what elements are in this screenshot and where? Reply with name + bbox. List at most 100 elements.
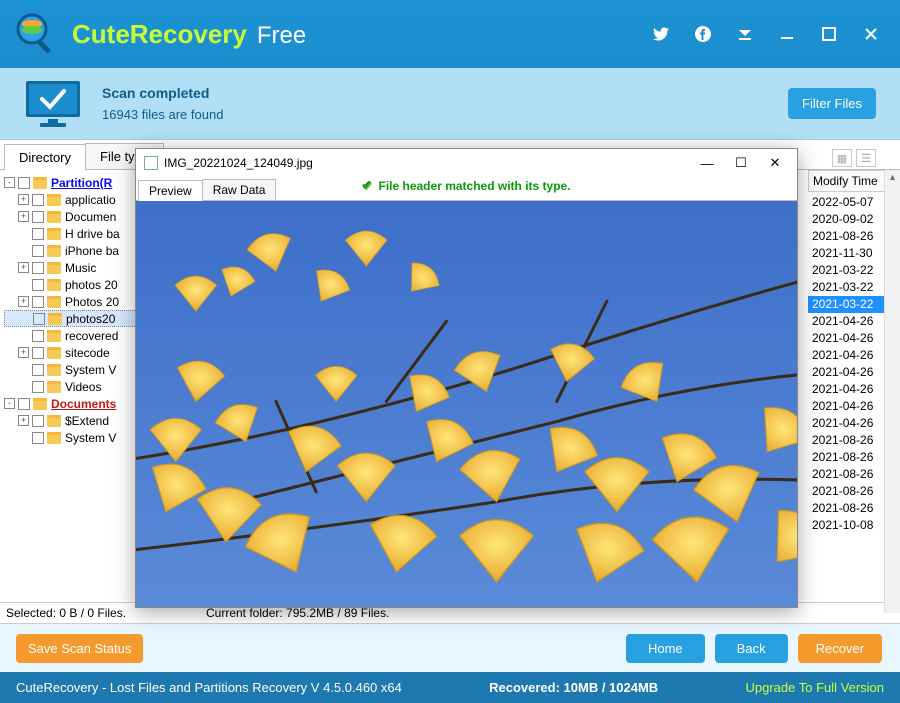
tree-label: iPhone ba	[65, 244, 119, 258]
folder-icon	[47, 245, 61, 257]
expand-icon[interactable]: +	[18, 415, 29, 426]
expand-icon[interactable]: +	[18, 347, 29, 358]
expand-icon[interactable]: -	[4, 177, 15, 188]
preview-close-icon[interactable]: ✕	[761, 155, 789, 171]
facebook-icon[interactable]	[694, 25, 712, 43]
preview-minimize-icon[interactable]: —	[693, 156, 721, 171]
twitter-icon[interactable]	[652, 25, 670, 43]
tree-label: Videos	[65, 380, 101, 394]
filter-files-button[interactable]: Filter Files	[788, 88, 876, 119]
checkbox[interactable]	[32, 381, 44, 393]
preview-maximize-icon[interactable]: ☐	[727, 155, 755, 171]
date-column: 2022-05-072020-09-022021-08-262021-11-30…	[808, 194, 886, 534]
checkbox[interactable]	[32, 262, 44, 274]
folder-icon	[47, 364, 61, 376]
column-modify-time[interactable]: Modify Time	[808, 170, 886, 192]
app-brand: CuteRecovery	[72, 19, 247, 50]
expand-icon[interactable]: -	[4, 398, 15, 409]
menu-icon[interactable]	[736, 25, 754, 43]
list-row-date[interactable]: 2021-03-22	[808, 262, 886, 279]
tree-label: Photos 20	[65, 295, 119, 309]
list-row-date[interactable]: 2021-11-30	[808, 245, 886, 262]
checkbox[interactable]	[33, 313, 45, 325]
view-grid-icon[interactable]: ▦	[832, 149, 852, 167]
scroll-up-icon[interactable]: ▴	[885, 170, 900, 186]
tree-label: $Extend	[65, 414, 109, 428]
list-row-date[interactable]: 2022-05-07	[808, 194, 886, 211]
tab-directory[interactable]: Directory	[4, 144, 86, 170]
list-row-date[interactable]: 2021-08-26	[808, 483, 886, 500]
folder-icon	[47, 279, 61, 291]
folder-icon	[47, 296, 61, 308]
title-bar: CuteRecovery Free	[0, 0, 900, 68]
list-row-date[interactable]: 2021-04-26	[808, 313, 886, 330]
list-row-date[interactable]: 2021-04-26	[808, 381, 886, 398]
footer-recovered: Recovered: 10MB / 1024MB	[402, 680, 746, 695]
tree-label: Documen	[65, 210, 116, 224]
status-panel: Scan completed 16943 files are found Fil…	[0, 68, 900, 140]
selected-stats: Selected: 0 B / 0 Files.	[0, 606, 200, 620]
home-button[interactable]: Home	[626, 634, 705, 663]
folder-icon	[47, 432, 61, 444]
expand-icon[interactable]: +	[18, 211, 29, 222]
checkbox[interactable]	[32, 296, 44, 308]
checkbox[interactable]	[32, 194, 44, 206]
list-row-date[interactable]: 2021-08-26	[808, 449, 886, 466]
checkbox[interactable]	[32, 228, 44, 240]
expand-icon[interactable]: +	[18, 194, 29, 205]
folder-icon	[47, 211, 61, 223]
list-row-date[interactable]: 2021-04-26	[808, 330, 886, 347]
list-row-date[interactable]: 2021-08-26	[808, 228, 886, 245]
checkbox[interactable]	[32, 364, 44, 376]
maximize-icon[interactable]	[820, 25, 838, 43]
footer-bar: CuteRecovery - Lost Files and Partitions…	[0, 672, 900, 703]
list-row-date[interactable]: 2020-09-02	[808, 211, 886, 228]
folder-icon	[47, 194, 61, 206]
checkbox[interactable]	[18, 398, 30, 410]
tree-label: Partition(R	[51, 176, 112, 190]
checkbox[interactable]	[18, 177, 30, 189]
preview-filename: IMG_20221024_124049.jpg	[164, 156, 687, 170]
checkbox[interactable]	[32, 330, 44, 342]
view-list-icon[interactable]: ☰	[856, 149, 876, 167]
action-bar: Save Scan Status Home Back Recover	[0, 624, 900, 672]
folder-icon	[47, 330, 61, 342]
vertical-scrollbar[interactable]: ▴	[884, 170, 900, 613]
list-row-date[interactable]: 2021-03-22	[808, 279, 886, 296]
tree-label: System V	[65, 431, 116, 445]
list-row-date[interactable]: 2021-08-26	[808, 500, 886, 517]
checkbox[interactable]	[32, 211, 44, 223]
scan-complete-label: Scan completed	[102, 85, 223, 101]
checkbox[interactable]	[32, 347, 44, 359]
close-icon[interactable]	[862, 25, 880, 43]
checkbox[interactable]	[32, 432, 44, 444]
list-row-date[interactable]: 2021-08-26	[808, 432, 886, 449]
recover-button[interactable]: Recover	[798, 634, 882, 663]
checkbox[interactable]	[32, 279, 44, 291]
list-row-date[interactable]: 2021-04-26	[808, 347, 886, 364]
expand-icon[interactable]: +	[18, 296, 29, 307]
folder-icon	[47, 228, 61, 240]
minimize-icon[interactable]	[778, 25, 796, 43]
tree-label: photos20	[66, 312, 115, 326]
expand-icon[interactable]: +	[18, 262, 29, 273]
file-icon	[144, 156, 158, 170]
tree-label: sitecode	[65, 346, 110, 360]
upgrade-link[interactable]: Upgrade To Full Version	[745, 680, 884, 695]
folder-icon	[47, 262, 61, 274]
list-row-date[interactable]: 2021-04-26	[808, 364, 886, 381]
back-button[interactable]: Back	[715, 634, 788, 663]
checkbox[interactable]	[32, 245, 44, 257]
folder-icon	[48, 313, 62, 325]
list-row-date[interactable]: 2021-04-26	[808, 398, 886, 415]
tree-label: Documents	[51, 397, 116, 411]
list-row-date[interactable]: 2021-03-22	[808, 296, 886, 313]
save-scan-status-button[interactable]: Save Scan Status	[16, 634, 143, 663]
preview-header-match-label: File header matched with its type.	[136, 179, 797, 193]
preview-titlebar[interactable]: IMG_20221024_124049.jpg — ☐ ✕	[136, 149, 797, 177]
checkbox[interactable]	[32, 415, 44, 427]
list-row-date[interactable]: 2021-04-26	[808, 415, 886, 432]
list-row-date[interactable]: 2021-10-08	[808, 517, 886, 534]
list-row-date[interactable]: 2021-08-26	[808, 466, 886, 483]
preview-tabs: Preview Raw Data File header matched wit…	[136, 177, 797, 201]
